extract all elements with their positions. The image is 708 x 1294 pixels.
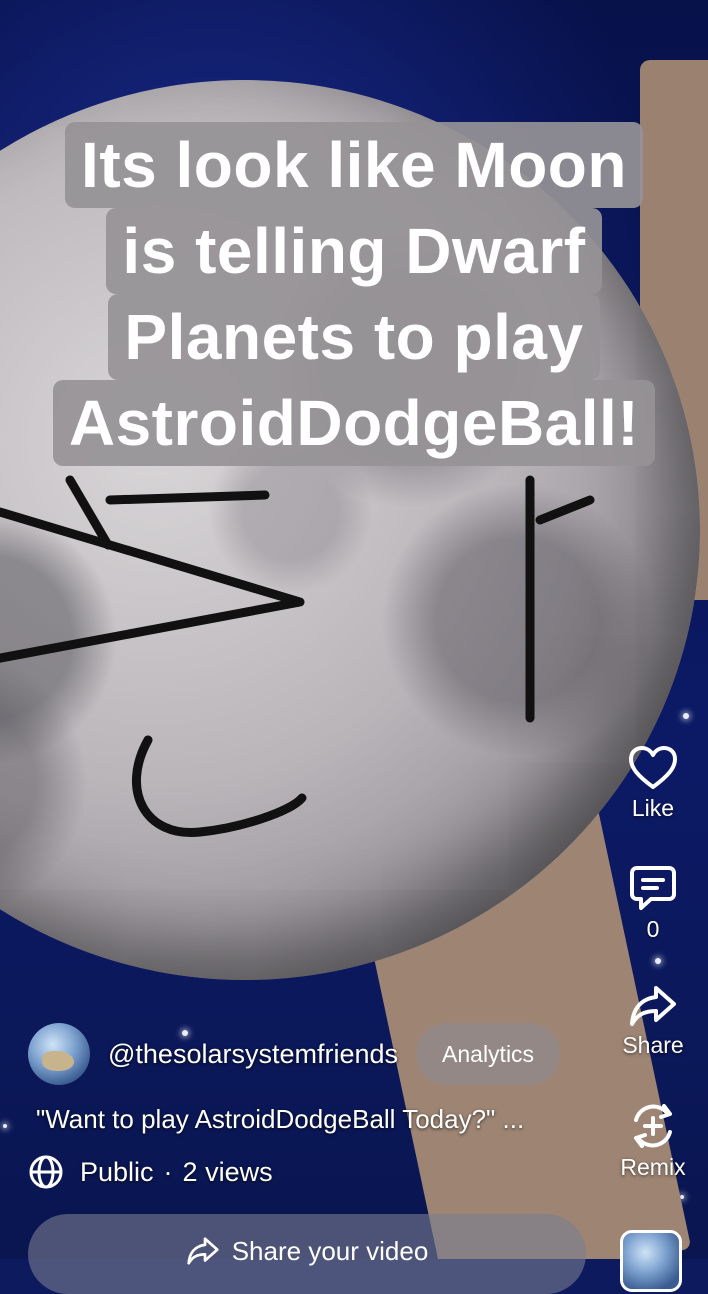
sound-thumbnail[interactable]: [620, 1230, 682, 1292]
comment-icon: [630, 866, 676, 910]
channel-handle[interactable]: @thesolarsystemfriends: [108, 1039, 398, 1070]
share-video-label: Share your video: [231, 1236, 429, 1266]
caption-line: AstroidDodgeBall!: [52, 380, 656, 466]
channel-row: @thesolarsystemfriends Analytics: [28, 1022, 561, 1086]
visibility-label: Public: [80, 1156, 154, 1187]
separator: ·: [163, 1156, 173, 1187]
caption-line: Its look like Moon: [65, 122, 643, 208]
globe-icon: [29, 1155, 63, 1189]
share-label: Share: [622, 1032, 684, 1058]
like-label: Like: [631, 795, 675, 821]
remix-button[interactable]: Remix: [598, 1102, 708, 1181]
share-button[interactable]: Share: [598, 984, 708, 1059]
comment-button[interactable]: 0: [598, 864, 708, 943]
channel-avatar[interactable]: [28, 1023, 90, 1085]
video-description[interactable]: "Want to play AstroidDodgeBall Today?" .…: [36, 1104, 524, 1135]
view-count: 2 views: [182, 1156, 273, 1187]
heart-icon: [629, 746, 677, 789]
visibility-row[interactable]: Public · 2 views: [28, 1154, 273, 1190]
comment-count: 0: [646, 916, 660, 942]
remix-icon: [634, 1104, 672, 1148]
share-arrow-icon: [187, 1237, 219, 1265]
share-arrow-icon: [630, 986, 676, 1026]
share-video-button[interactable]: Share your video: [28, 1214, 586, 1294]
caption-line: is telling Dwarf: [106, 208, 602, 294]
caption-line: Planets to play: [108, 294, 600, 380]
video-caption: Its look like Moon is telling Dwarf Plan…: [0, 122, 708, 466]
remix-label: Remix: [620, 1154, 686, 1180]
analytics-button[interactable]: Analytics: [416, 1023, 561, 1085]
like-button[interactable]: Like: [598, 745, 708, 822]
